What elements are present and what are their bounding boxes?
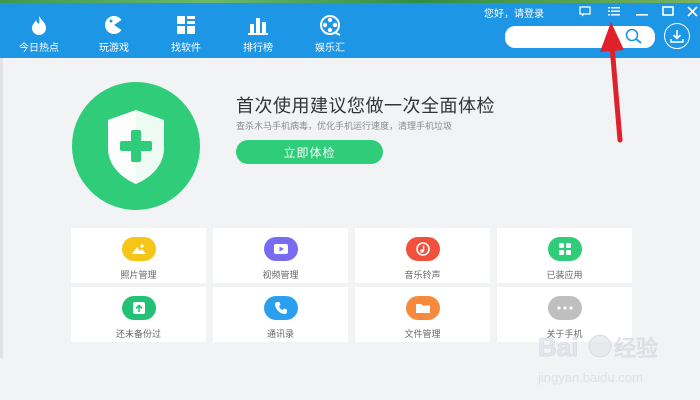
tile-label: 已装应用 (546, 271, 583, 281)
nav-item-games[interactable]: 玩游戏 (78, 0, 150, 58)
svg-text:jingyan.baidu.com: jingyan.baidu.com (537, 370, 643, 385)
hero-title: 首次使用建议您做一次全面体检 (236, 96, 495, 117)
tile-backup[interactable]: 还未备份过 (71, 287, 206, 342)
apps-grid-icon (175, 14, 197, 36)
video-play-icon (263, 237, 298, 261)
tile-label: 通讯录 (266, 330, 294, 340)
phone-icon (263, 296, 298, 320)
tile-videos[interactable]: 视频管理 (213, 228, 348, 283)
flame-icon (28, 14, 50, 36)
tile-label: 视频管理 (262, 271, 299, 281)
nav-label: 玩游戏 (99, 43, 129, 54)
feedback-icon[interactable] (577, 4, 593, 18)
tile-label: 文件管理 (404, 330, 441, 340)
tile-photos[interactable]: 照片管理 (71, 228, 206, 283)
nav-label: 今日热点 (19, 43, 59, 54)
nav-item-hot[interactable]: 今日热点 (0, 0, 78, 58)
window-edge (0, 58, 3, 358)
folder-icon (405, 296, 440, 320)
bar-chart-icon (247, 14, 269, 36)
login-link[interactable]: 您好，请登录 (484, 5, 544, 20)
checkup-badge[interactable] (72, 82, 200, 210)
nav-item-entertainment[interactable]: 娱乐汇 (294, 0, 366, 58)
nav-item-software[interactable]: 找软件 (150, 0, 222, 58)
tile-installed-apps[interactable]: 已装应用 (497, 228, 632, 283)
tile-music[interactable]: 音乐铃声 (355, 228, 490, 283)
tile-about-phone[interactable]: 关于手机 (497, 287, 632, 342)
search-icon[interactable] (625, 28, 643, 44)
hero-subtitle: 查杀木马手机病毒，优化手机运行速度，清理手机垃圾 (236, 122, 453, 132)
tile-label: 音乐铃声 (404, 271, 441, 281)
backup-icon (121, 296, 156, 320)
main-nav: 今日热点 玩游戏 找软件 排行榜 娱乐汇 (0, 0, 366, 58)
tile-label: 还未备份过 (115, 330, 161, 340)
nav-label: 排行榜 (243, 43, 273, 54)
nav-item-ranking[interactable]: 排行榜 (222, 0, 294, 58)
installed-apps-icon (547, 237, 582, 261)
top-bar: 今日热点 玩游戏 找软件 排行榜 娱乐汇 您好，请登录 (0, 0, 700, 58)
photo-icon (121, 237, 156, 261)
nav-label: 找软件 (171, 43, 201, 54)
nav-label: 娱乐汇 (315, 43, 345, 54)
start-checkup-button[interactable]: 立即体检 (236, 140, 383, 164)
tile-contacts[interactable]: 通讯录 (213, 287, 348, 342)
tile-label: 照片管理 (120, 271, 157, 281)
download-icon[interactable] (664, 23, 690, 49)
tile-label: 关于手机 (546, 330, 583, 340)
close-icon[interactable] (684, 4, 700, 18)
film-reel-icon (319, 14, 341, 36)
maximize-icon[interactable] (660, 4, 676, 18)
music-icon (405, 237, 440, 261)
menu-icon[interactable] (606, 4, 622, 18)
gamepad-icon (103, 14, 125, 36)
shield-plus-icon (108, 110, 164, 184)
more-dots-icon (547, 296, 582, 320)
tile-files[interactable]: 文件管理 (355, 287, 490, 342)
minimize-icon[interactable] (634, 4, 650, 18)
